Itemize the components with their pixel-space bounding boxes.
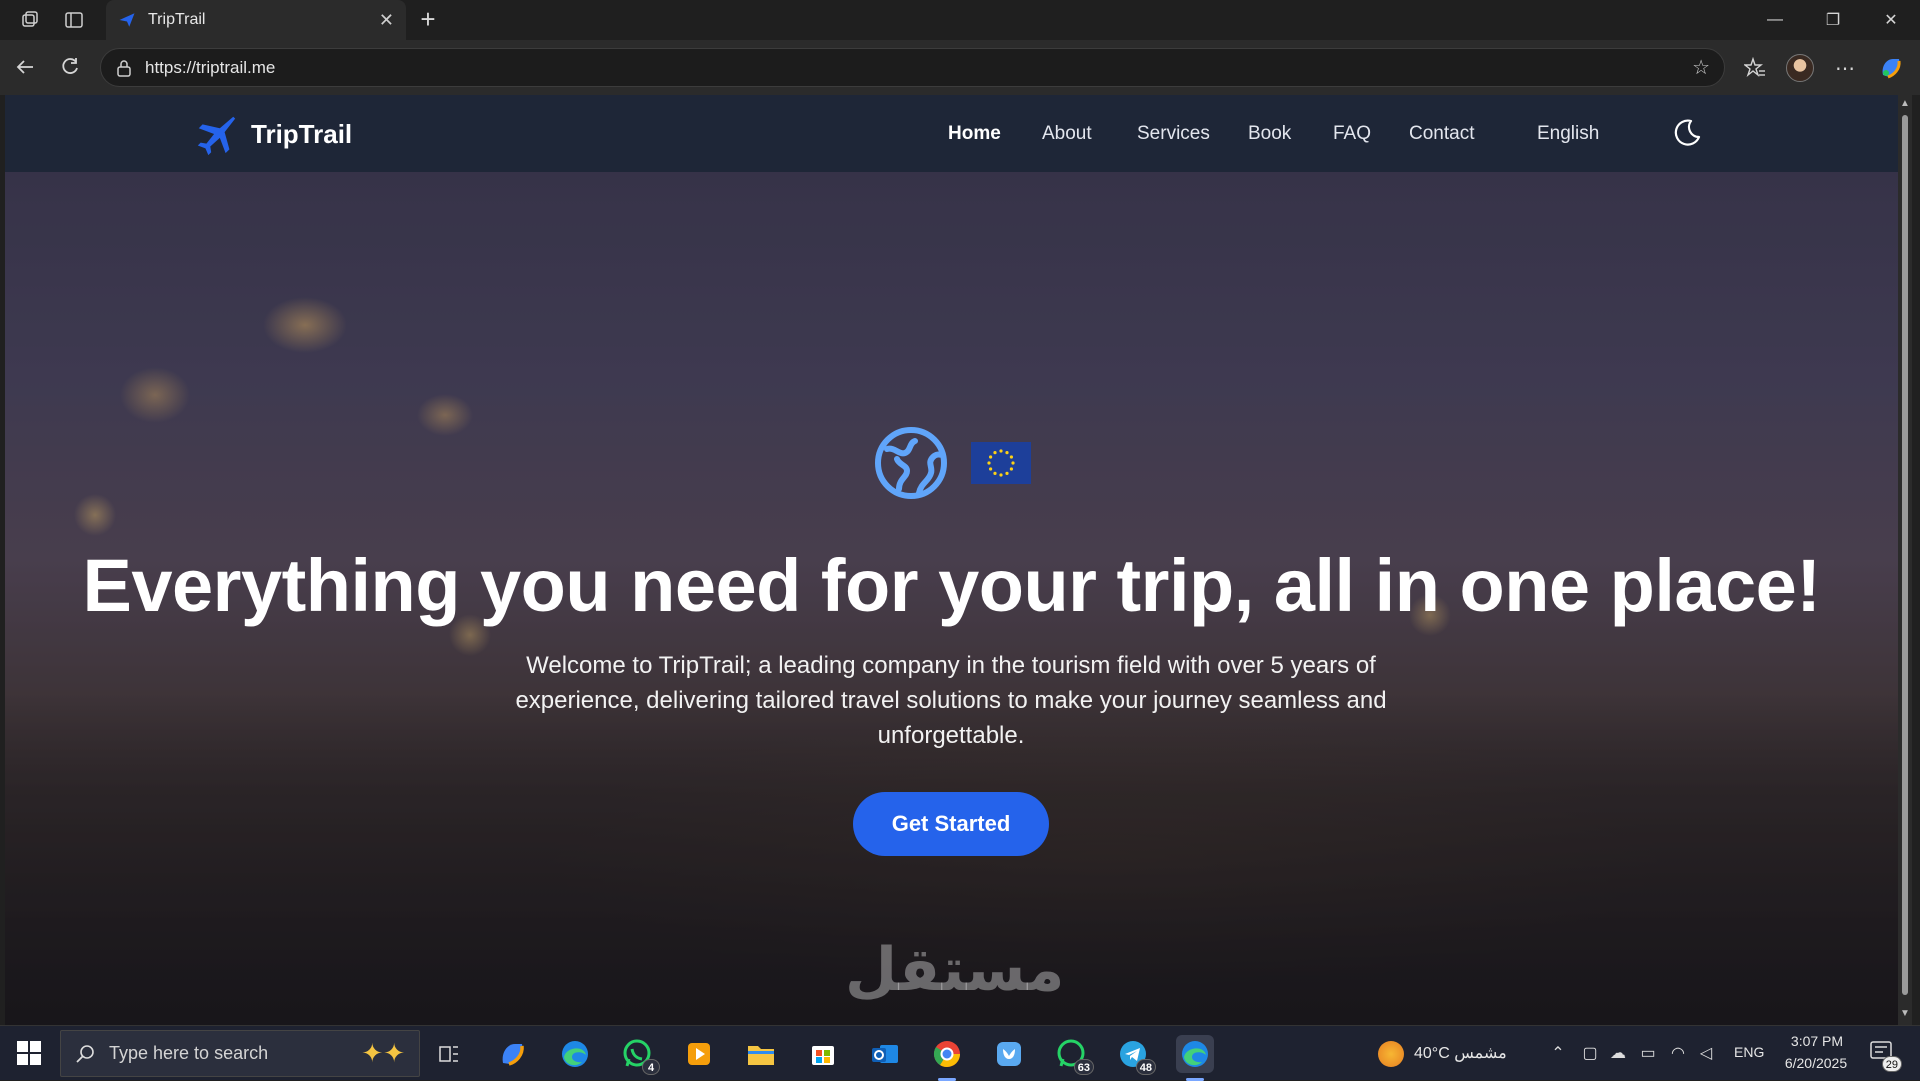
new-tab-button[interactable]: + — [414, 6, 442, 34]
clock-time[interactable]: 3:07 PM — [1786, 1033, 1848, 1049]
search-icon — [76, 1044, 94, 1063]
workspaces-icon[interactable] — [18, 8, 42, 32]
device-icon[interactable]: ▢ — [1580, 1043, 1600, 1063]
chrome-app-icon[interactable] — [928, 1035, 966, 1081]
hero-headline: Everything you need for your trip, all i… — [82, 544, 1821, 627]
notifications-icon[interactable]: 29 — [1868, 1040, 1902, 1072]
profile-avatar[interactable] — [1785, 53, 1815, 83]
whatsapp-business-icon[interactable]: 63 — [1052, 1035, 1094, 1075]
onedrive-cloud-icon[interactable]: ☁ — [1608, 1043, 1628, 1063]
store-app-icon[interactable] — [804, 1035, 842, 1073]
input-language[interactable]: ENG — [1734, 1044, 1764, 1060]
get-started-button[interactable]: Get Started — [853, 792, 1049, 856]
address-bar[interactable]: https://triptrail.me ☆ — [100, 48, 1725, 87]
eu-flag-icon — [971, 442, 1031, 484]
file-explorer-icon[interactable] — [742, 1035, 780, 1073]
scrollbar-thumb[interactable] — [1902, 115, 1908, 995]
plane-favicon-icon — [119, 13, 135, 27]
windows-taskbar: Type here to search ✦✦ 4 63 48 40°C مشمس… — [0, 1025, 1920, 1081]
edge-app-icon[interactable] — [556, 1035, 594, 1073]
whatsapp-app-icon[interactable]: 4 — [618, 1035, 660, 1075]
search-placeholder: Type here to search — [109, 1043, 269, 1063]
refresh-icon[interactable] — [55, 52, 85, 82]
lock-icon[interactable] — [115, 59, 133, 77]
clock-date[interactable]: 6/20/2025 — [1776, 1055, 1856, 1071]
sparkle-icon: ✦✦ — [361, 1038, 405, 1068]
wifi-icon[interactable]: ◠ — [1668, 1043, 1688, 1063]
bluesky-app-icon[interactable] — [990, 1035, 1028, 1073]
weather-sun-icon[interactable] — [1378, 1041, 1404, 1067]
task-view-icon[interactable] — [430, 1035, 468, 1073]
scroll-up-arrow-icon[interactable]: ▲ — [1900, 99, 1910, 109]
taskbar-search[interactable]: Type here to search ✦✦ — [60, 1030, 420, 1077]
web-page: TripTrail Home About Services Book FAQ C… — [5, 95, 1898, 1025]
watermark-logo: مستقل — [845, 935, 1065, 1005]
hero-subtitle: Welcome to TripTrail; a leading company … — [515, 652, 1387, 749]
battery-icon[interactable]: ▭ — [1638, 1043, 1658, 1063]
whatsapp-badge: 4 — [642, 1059, 660, 1075]
tab-title: TripTrail — [148, 11, 206, 28]
vertical-tabs-icon[interactable] — [62, 8, 86, 32]
favorites-icon[interactable] — [1740, 53, 1770, 83]
telegram-badge: 48 — [1135, 1059, 1156, 1075]
copilot-app-icon[interactable] — [494, 1035, 532, 1073]
copilot-icon[interactable] — [1876, 53, 1906, 83]
back-icon[interactable] — [10, 52, 40, 82]
media-player-icon[interactable] — [680, 1035, 718, 1073]
weather-text[interactable]: 40°C مشمس — [1414, 1043, 1507, 1063]
minimize-button[interactable]: — — [1746, 0, 1804, 40]
browser-toolbar: https://triptrail.me ☆ ⋯ — [0, 40, 1920, 95]
edge-active-app-icon[interactable] — [1176, 1035, 1214, 1081]
url-text[interactable]: https://triptrail.me — [145, 58, 1692, 78]
restore-button[interactable]: ❐ — [1804, 0, 1862, 40]
browser-tab-active[interactable]: TripTrail ✕ — [106, 0, 406, 40]
more-options-icon[interactable]: ⋯ — [1830, 53, 1860, 83]
outlook-app-icon[interactable] — [866, 1035, 904, 1073]
windows-start-icon[interactable] — [16, 1040, 42, 1066]
globe-icon — [875, 427, 947, 499]
hero-icons — [873, 425, 1031, 501]
volume-icon[interactable]: ◁ — [1696, 1043, 1716, 1063]
browser-titlebar: TripTrail ✕ + — ❐ ✕ — [0, 0, 1920, 40]
close-window-button[interactable]: ✕ — [1862, 0, 1920, 40]
telegram-app-icon[interactable]: 48 — [1114, 1035, 1156, 1075]
tab-close-icon[interactable]: ✕ — [379, 10, 394, 31]
notifications-badge: 29 — [1881, 1056, 1902, 1072]
page-scrollbar[interactable]: ▲ ▼ — [1898, 95, 1912, 1025]
whatsapp-business-badge: 63 — [1073, 1059, 1094, 1075]
show-hidden-icons-icon[interactable]: ⌃ — [1548, 1043, 1568, 1063]
hero-section: Everything you need for your trip, all i… — [5, 95, 1898, 1025]
scroll-down-arrow-icon[interactable]: ▼ — [1900, 1009, 1910, 1019]
favorite-star-icon[interactable]: ☆ — [1692, 55, 1710, 80]
